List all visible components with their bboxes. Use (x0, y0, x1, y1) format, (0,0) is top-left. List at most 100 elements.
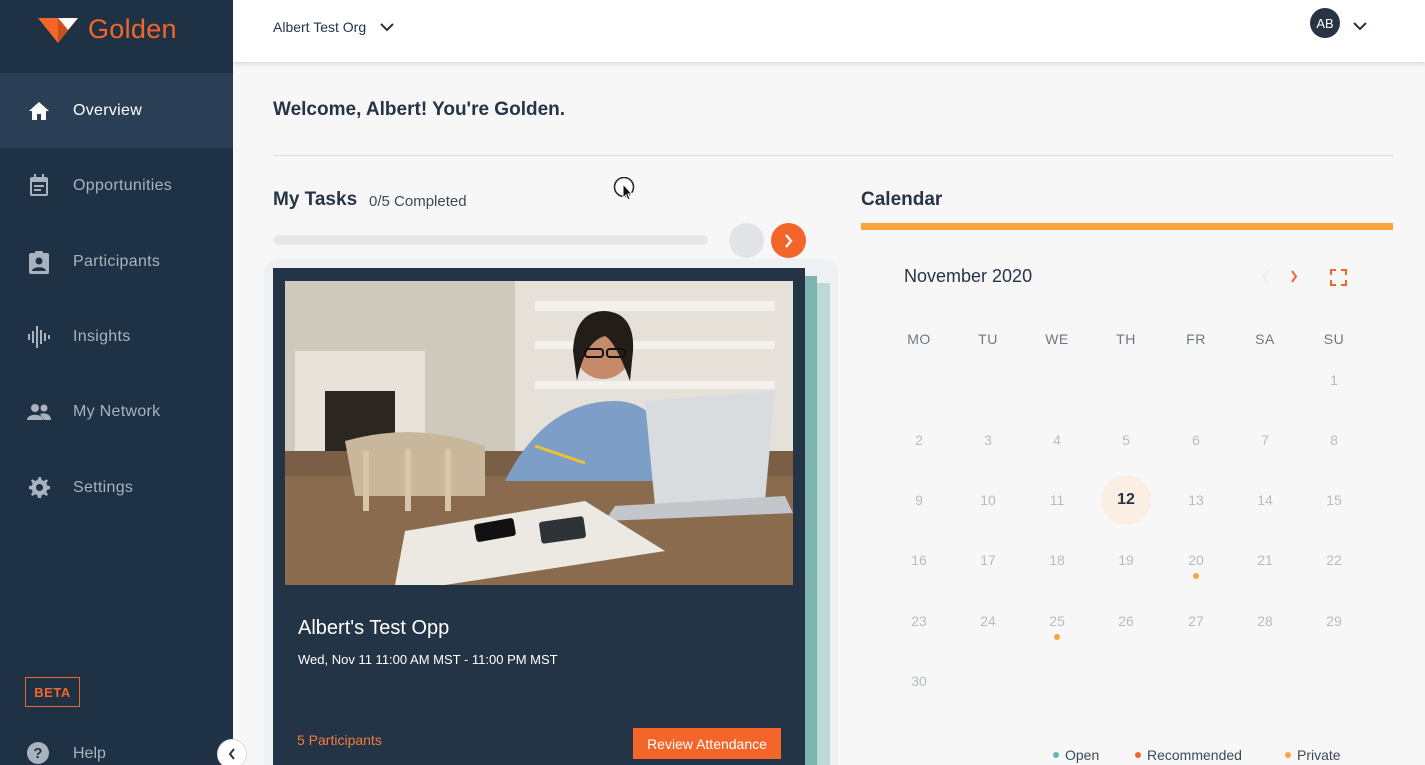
avatar[interactable]: AB (1310, 8, 1340, 38)
review-attendance-button[interactable]: Review Attendance (633, 728, 781, 759)
weekday-label: SU (1323, 331, 1345, 347)
sidebar-item-my-network[interactable]: My Network (0, 374, 233, 449)
calendar-day[interactable]: 22 (1309, 535, 1359, 585)
legend-dot (1053, 752, 1059, 758)
help-label: Help (73, 745, 106, 762)
golden-logo-icon (38, 17, 78, 43)
sidebar-item-label: Participants (73, 252, 161, 270)
weekday-label: FR (1186, 331, 1206, 347)
legend-label: Open (1065, 747, 1100, 763)
legend-item: Open (1053, 747, 1099, 763)
people-icon (26, 399, 52, 425)
weekday-label: TH (1116, 331, 1136, 347)
event-dot (1193, 573, 1199, 579)
calendar-day[interactable]: 10 (963, 475, 1013, 525)
waveform-icon (26, 324, 52, 350)
calendar-note-icon (26, 173, 52, 199)
chevron-left-icon (1262, 270, 1269, 283)
tasks-completed-count: 0/5 Completed (369, 193, 467, 210)
topbar: Albert Test Org AB (233, 0, 1425, 62)
calendar-day[interactable]: 7 (1240, 415, 1290, 465)
sidebar: Golden Overview Opportunities Participan… (0, 0, 233, 765)
prev-task-button[interactable] (729, 223, 764, 258)
legend-item: Recommended (1135, 747, 1242, 763)
sidebar-item-opportunities[interactable]: Opportunities (0, 148, 233, 223)
task-card-participants[interactable]: 5 Participants (297, 732, 382, 748)
calendar-day[interactable]: 16 (894, 535, 944, 585)
calendar-day-today[interactable]: 12 (1101, 475, 1151, 525)
calendar-day[interactable]: 29 (1309, 596, 1359, 646)
legend-label: Private (1297, 747, 1341, 763)
calendar-title: Calendar (861, 189, 943, 210)
home-icon (26, 98, 52, 124)
svg-text:?: ? (33, 745, 42, 762)
help-link[interactable]: ? Help (0, 735, 233, 765)
weekday-label: SA (1255, 331, 1275, 347)
calendar-day[interactable]: 19 (1101, 535, 1151, 585)
calendar-day[interactable]: 2 (894, 415, 944, 465)
next-task-button[interactable] (771, 223, 806, 258)
calendar-day[interactable]: 17 (963, 535, 1013, 585)
calendar-day[interactable]: 18 (1032, 535, 1082, 585)
calendar-day[interactable]: 21 (1240, 535, 1290, 585)
task-card-image (285, 281, 793, 585)
event-dot (1054, 634, 1060, 640)
calendar-day[interactable]: 15 (1309, 475, 1359, 525)
tasks-title: My Tasks (273, 189, 358, 210)
sidebar-item-overview[interactable]: Overview (0, 73, 233, 148)
sidebar-item-label: Settings (73, 478, 134, 496)
calendar-day[interactable]: 11 (1032, 475, 1082, 525)
beta-badge: BETA (25, 677, 80, 707)
calendar-day[interactable]: 8 (1309, 415, 1359, 465)
weekday-label: WE (1045, 331, 1069, 347)
calendar-day[interactable]: 5 (1101, 415, 1151, 465)
logo[interactable]: Golden (38, 14, 177, 45)
brand-name: Golden (88, 14, 177, 44)
tasks-progress-bar (273, 235, 708, 245)
expand-calendar-button[interactable] (1330, 269, 1347, 291)
calendar-day[interactable]: 9 (894, 475, 944, 525)
calendar-day[interactable]: 3 (963, 415, 1013, 465)
expand-icon (1330, 269, 1347, 286)
calendar-day[interactable]: 14 (1240, 475, 1290, 525)
weekday-label: TU (978, 331, 998, 347)
legend-dot (1135, 752, 1141, 758)
calendar-day[interactable]: 26 (1101, 596, 1151, 646)
calendar-month: November 2020 (904, 266, 1033, 286)
task-card[interactable]: Albert's Test Opp Wed, Nov 11 11:00 AM M… (273, 268, 805, 765)
calendar-day[interactable]: 23 (894, 596, 944, 646)
calendar-day[interactable]: 27 (1171, 596, 1221, 646)
page-title: Welcome, Albert! You're Golden. (273, 99, 566, 120)
legend-dot (1285, 752, 1291, 758)
chevron-left-icon (228, 748, 235, 760)
sidebar-item-settings[interactable]: Settings (0, 450, 233, 525)
calendar-day[interactable]: 24 (963, 596, 1013, 646)
calendar-day[interactable]: 4 (1032, 415, 1082, 465)
sidebar-item-participants[interactable]: Participants (0, 224, 233, 299)
calendar-day[interactable]: 6 (1171, 415, 1221, 465)
calendar-day[interactable]: 1 (1309, 355, 1359, 405)
org-name: Albert Test Org (273, 19, 367, 35)
calendar-day[interactable]: 30 (894, 656, 944, 706)
task-card-title: Albert's Test Opp (298, 617, 450, 639)
prev-month-button[interactable] (1262, 270, 1270, 288)
task-card-time: Wed, Nov 11 11:00 AM MST - 11:00 PM MST (298, 652, 558, 667)
chevron-right-icon (1291, 270, 1298, 283)
next-month-button[interactable] (1290, 270, 1298, 288)
org-switcher[interactable]: Albert Test Org (273, 19, 394, 35)
sidebar-item-insights[interactable]: Insights (0, 299, 233, 374)
gear-icon (26, 475, 52, 501)
chevron-down-icon (1353, 22, 1367, 31)
clipboard-person-icon (26, 249, 52, 275)
weekday-label: MO (907, 331, 931, 347)
sidebar-item-label: Insights (73, 327, 131, 345)
legend-item: Private (1285, 747, 1341, 763)
calendar-day[interactable]: 28 (1240, 596, 1290, 646)
sidebar-item-label: My Network (73, 402, 161, 420)
legend-label: Recommended (1147, 747, 1242, 763)
sidebar-item-label: Opportunities (73, 176, 173, 194)
account-menu-button[interactable] (1353, 18, 1367, 36)
collapse-sidebar-button[interactable] (217, 739, 247, 765)
calendar-day[interactable]: 13 (1171, 475, 1221, 525)
chevron-down-icon (380, 22, 394, 31)
